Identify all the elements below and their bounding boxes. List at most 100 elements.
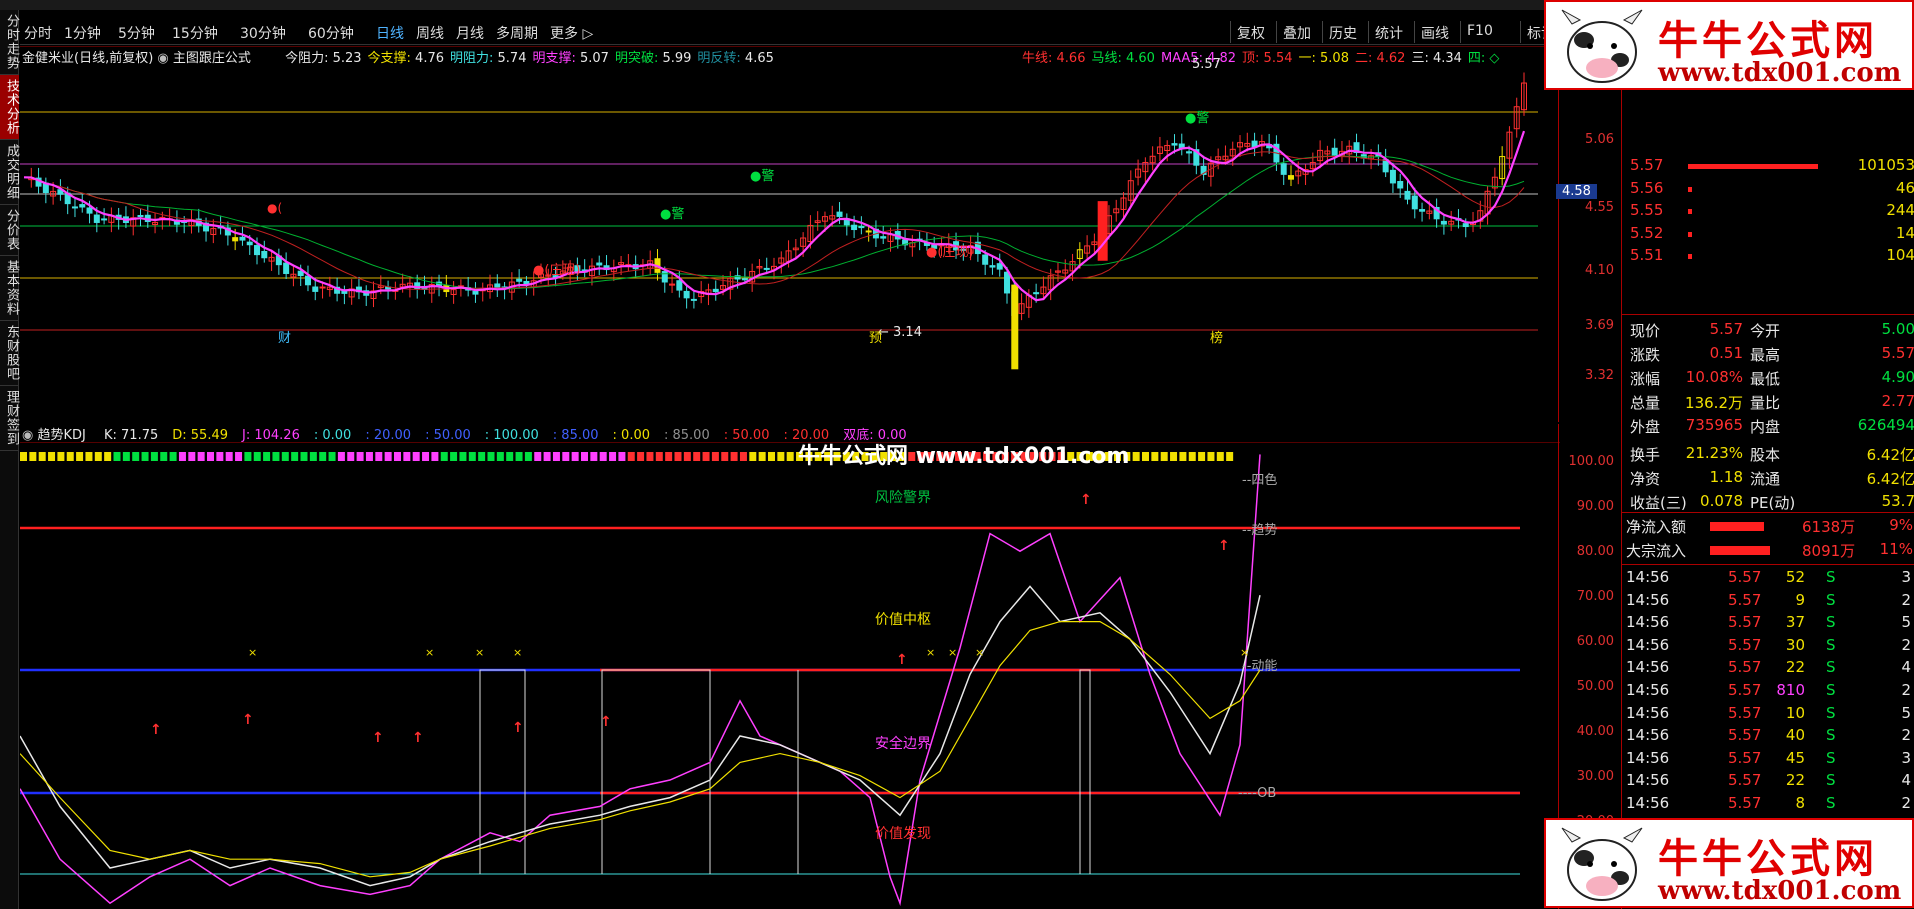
candle-body — [763, 267, 770, 270]
candle-body — [1287, 175, 1294, 180]
kdj-toggle-icon[interactable]: ◉ — [22, 428, 33, 443]
stat-row: 净资 1.18 流通 6.42亿 — [1622, 468, 1914, 490]
color-square — [319, 452, 327, 461]
limit-bar — [1097, 201, 1108, 261]
x-marker: × — [248, 646, 257, 659]
tick-volume: 10 — [1785, 703, 1805, 722]
candlestick-chart[interactable]: 5.57 ← 3.14 财 预 榜 ●(庄现) ●(庄现) ●(●警 ●警 ●警 — [20, 46, 1560, 422]
tick-count: 4 — [1901, 771, 1911, 790]
nav-item-6[interactable]: 理财签到 — [0, 386, 19, 451]
tick-volume: 810 — [1776, 681, 1805, 699]
tick-count: 2 — [1901, 726, 1911, 745]
period-tab-7[interactable]: 周线 — [416, 23, 444, 43]
candle-body — [851, 224, 858, 231]
x-marker: × — [975, 646, 984, 659]
stat-label: 现价 — [1630, 322, 1661, 340]
stat-value: 626494 — [1857, 416, 1914, 434]
period-tab-4[interactable]: 30分钟 — [240, 23, 286, 43]
stat-row: 收益(三) 0.078 PE(动) 53.7 — [1622, 492, 1914, 514]
toolbar-btn-5[interactable]: F10 — [1460, 21, 1499, 43]
period-tab-9[interactable]: 多周期 — [496, 23, 538, 43]
color-square — [590, 452, 598, 461]
period-tab-10[interactable]: 更多 ▷ — [550, 23, 593, 43]
period-tab-8[interactable]: 月线 — [456, 23, 484, 43]
order-book-row[interactable]: 5.56 46 — [1622, 179, 1914, 201]
tick-row: 14:56 5.57 40 S 2 — [1622, 726, 1914, 748]
color-square — [674, 452, 682, 461]
toolbar-btn-3[interactable]: 统计 — [1368, 21, 1409, 43]
color-square — [581, 452, 588, 461]
tick-volume: 8 — [1795, 794, 1805, 812]
kdj-value-4: : 20.00 — [365, 428, 412, 443]
order-volume-bar — [1688, 186, 1692, 192]
color-square — [263, 452, 271, 461]
stat-label: 流通 — [1750, 470, 1781, 488]
tick-volume: 30 — [1785, 635, 1805, 654]
order-volume: 14 — [1895, 223, 1914, 242]
candle-body — [232, 237, 239, 242]
tick-time: 14:56 — [1626, 613, 1670, 632]
color-square — [113, 452, 121, 461]
nav-item-3[interactable]: 分价表 — [0, 205, 19, 256]
color-square — [768, 452, 775, 461]
order-book-row[interactable]: 5.51 104 — [1622, 246, 1914, 268]
tick-count: 2 — [1901, 794, 1911, 812]
period-tab-6[interactable]: 日线 — [376, 23, 404, 43]
low-price-label: ← 3.14 — [878, 325, 922, 340]
order-book-row[interactable]: 5.52 14 — [1622, 224, 1914, 246]
order-book-row[interactable]: 5.55 244 — [1622, 201, 1914, 223]
color-square — [637, 452, 645, 461]
candle-body — [297, 270, 304, 277]
stat-value: 4.90 — [1881, 368, 1914, 386]
period-tab-0[interactable]: 分时 — [24, 23, 52, 43]
tick-count: 3 — [1901, 748, 1911, 767]
tick-count: 2 — [1901, 590, 1911, 609]
toolbar-btn-4[interactable]: 画线 — [1414, 21, 1455, 43]
period-tab-3[interactable]: 15分钟 — [172, 23, 218, 43]
candle-body — [1389, 169, 1396, 184]
tick-price: 5.57 — [1728, 613, 1762, 632]
tick-volume: 22 — [1785, 771, 1805, 790]
nav-item-2[interactable]: 成交明细 — [0, 140, 19, 205]
event-marker-cai: 财 — [278, 331, 291, 346]
color-square — [403, 452, 411, 461]
event-marker-yu: 预 — [869, 331, 882, 346]
color-square — [440, 452, 448, 461]
period-tab-5[interactable]: 60分钟 — [308, 23, 354, 43]
candle-body — [683, 290, 690, 299]
color-square — [1188, 452, 1196, 461]
candle-body — [71, 206, 78, 209]
tick-time: 14:56 — [1626, 658, 1670, 677]
candle-body — [858, 226, 865, 229]
kdj-name[interactable]: 趋势KDJ — [37, 428, 85, 443]
tick-row: 14:56 5.57 810 S 2 — [1622, 681, 1914, 703]
period-tab-1[interactable]: 1分钟 — [64, 23, 101, 43]
x-marker: × — [475, 646, 484, 659]
color-square — [281, 452, 289, 461]
k-line — [20, 585, 1261, 887]
tick-time: 14:56 — [1626, 681, 1670, 699]
color-square — [1216, 452, 1224, 461]
kdj-chart[interactable]: ↑ ↑ ↑ ↑ ↑ ↑ ↑ ↑ ↑ × × × × × × × × 风险警界价值中枢安全边界价值发现 --四色 --趋… — [20, 442, 1560, 909]
period-tab-2[interactable]: 5分钟 — [118, 23, 155, 43]
nav-item-4[interactable]: 基本资料 — [0, 256, 19, 321]
ad-banner-bottom[interactable]: 牛牛公式网 www.tdx001.com — [1544, 818, 1914, 908]
kdj-tick: 30.00 — [1576, 769, 1614, 784]
order-book-row[interactable]: 5.57 101053 — [1622, 156, 1914, 178]
x-marker: × — [948, 646, 957, 659]
nav-item-1[interactable]: 技术分析 — [0, 75, 19, 140]
toolbar-btn-0[interactable]: 复权 — [1230, 21, 1271, 43]
nav-item-5[interactable]: 东财股吧 — [0, 321, 19, 386]
toolbar-btn-2[interactable]: 历史 — [1322, 21, 1363, 43]
nav-item-0[interactable]: 分时走势 — [0, 10, 19, 75]
color-square — [1198, 452, 1206, 461]
ad-banner-top[interactable]: 牛牛公式网 www.tdx001.com — [1544, 0, 1914, 90]
tick-side: S — [1826, 658, 1836, 677]
color-square — [693, 452, 701, 461]
stat-value: 0.078 — [1700, 492, 1743, 510]
risk-zone-label: 风险警界 — [875, 490, 931, 506]
color-square — [150, 452, 158, 461]
toolbar-btn-1[interactable]: 叠加 — [1276, 21, 1317, 43]
tick-price: 5.57 — [1728, 703, 1762, 722]
color-square — [422, 452, 430, 461]
